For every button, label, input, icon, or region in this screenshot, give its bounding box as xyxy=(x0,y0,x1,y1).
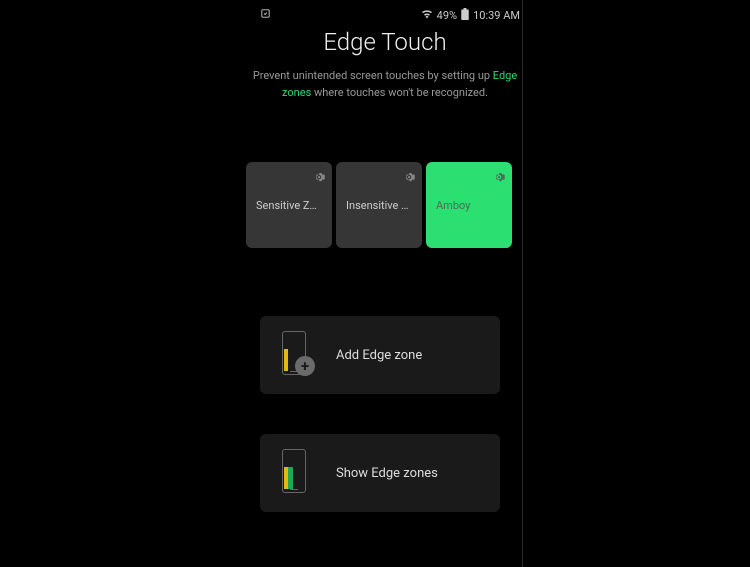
status-bar: 49% 10:39 AM xyxy=(260,6,520,24)
gear-icon[interactable] xyxy=(404,168,416,180)
action-label: Add Edge zone xyxy=(336,348,422,363)
zone-card-insensitive[interactable]: Insensitive Z… xyxy=(336,162,422,248)
add-edge-zone-button[interactable]: + Add Edge zone xyxy=(260,316,500,394)
wifi-icon xyxy=(421,9,433,22)
gear-icon[interactable] xyxy=(314,168,326,180)
notification-icon xyxy=(260,8,271,22)
page-title: Edge Touch xyxy=(240,28,530,56)
zone-label: Amboy xyxy=(436,199,502,212)
show-zones-icon xyxy=(278,449,318,497)
show-edge-zones-button[interactable]: Show Edge zones xyxy=(260,434,500,512)
zone-card-amboy[interactable]: Amboy xyxy=(426,162,512,248)
add-zone-icon: + xyxy=(278,331,318,379)
vertical-divider xyxy=(522,0,523,567)
page-subtitle: Prevent unintended screen touches by set… xyxy=(240,68,530,101)
battery-icon xyxy=(461,8,469,23)
action-label: Show Edge zones xyxy=(336,466,438,481)
zone-cards-row: Sensitive Zone Insensitive Z… Amboy xyxy=(246,162,512,248)
plus-icon: + xyxy=(295,356,315,376)
gear-icon[interactable] xyxy=(494,168,506,180)
zone-label: Insensitive Z… xyxy=(346,199,412,212)
zone-label: Sensitive Zone xyxy=(256,199,322,212)
clock-time: 10:39 AM xyxy=(473,9,520,22)
zone-card-sensitive[interactable]: Sensitive Zone xyxy=(246,162,332,248)
battery-percentage: 49% xyxy=(437,9,457,22)
